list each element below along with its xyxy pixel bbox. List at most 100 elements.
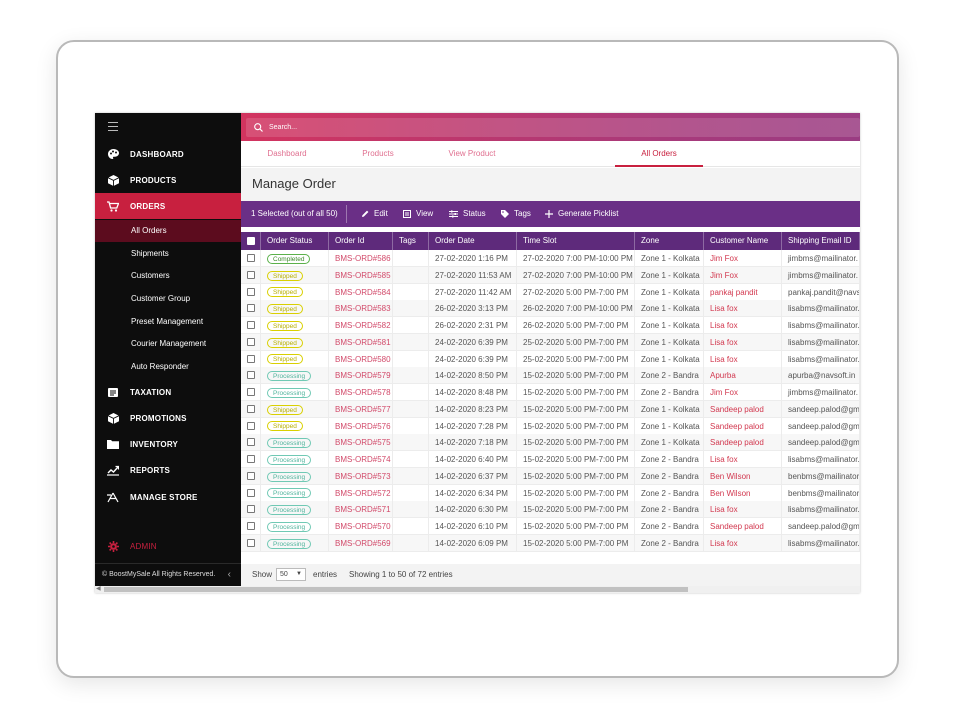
customer-name-link[interactable]: Sandeep palod [704, 434, 782, 452]
table-row[interactable]: Shipped BMS-ORD#576 14-02-2020 7:28 PM 15-0… [241, 417, 860, 435]
subitem-customer-group[interactable]: Customer Group [95, 288, 241, 310]
order-id-link[interactable]: BMS-ORD#578 [329, 384, 393, 401]
order-id-link[interactable]: BMS-ORD#576 [329, 417, 393, 435]
row-checkbox[interactable] [247, 421, 255, 430]
table-row[interactable]: Processing BMS-ORD#570 14-02-2020 6:10 PM 1… [241, 518, 860, 535]
table-row[interactable]: Shipped BMS-ORD#585 27-02-2020 11:53 AM 27-… [241, 266, 860, 284]
table-row[interactable]: Processing BMS-ORD#569 14-02-2020 6:09 PM 1… [241, 534, 860, 552]
select-all-checkbox[interactable] [247, 237, 255, 245]
subitem-shipments[interactable]: Shipments [95, 243, 241, 265]
customer-name-link[interactable]: Sandeep palod [704, 400, 782, 418]
row-checkbox[interactable] [247, 304, 255, 313]
table-row[interactable]: Processing BMS-ORD#574 14-02-2020 6:40 PM 1… [241, 451, 860, 468]
order-id-link[interactable]: BMS-ORD#584 [329, 283, 393, 301]
col-order-status[interactable]: Order Status [261, 232, 329, 250]
customer-name-link[interactable]: Ben Wilson [704, 467, 782, 485]
row-checkbox[interactable] [247, 522, 255, 530]
row-checkbox[interactable] [247, 404, 255, 413]
order-id-link[interactable]: BMS-ORD#582 [329, 317, 393, 334]
row-checkbox[interactable] [247, 438, 255, 447]
row-checkbox[interactable] [247, 388, 255, 396]
sidebar-item-admin[interactable]: ADMIN [95, 533, 241, 559]
sidebar-item-products[interactable]: PRODUCTS [95, 167, 241, 193]
subitem-preset-management[interactable]: Preset Management [95, 311, 241, 333]
row-checkbox[interactable] [247, 488, 255, 497]
table-row[interactable]: Processing BMS-ORD#573 14-02-2020 6:37 PM 1… [241, 467, 860, 485]
col-order-date[interactable]: Order Date [429, 232, 517, 250]
table-row[interactable]: Shipped BMS-ORD#581 24-02-2020 6:39 PM 25-0… [241, 333, 860, 351]
order-id-link[interactable]: BMS-ORD#586 [329, 250, 393, 267]
row-checkbox[interactable] [247, 455, 255, 463]
subitem-courier-management[interactable]: Courier Management [95, 333, 241, 355]
horizontal-scrollbar[interactable]: ◀ [95, 586, 860, 593]
collapse-chevron-icon[interactable]: ‹ [228, 569, 231, 580]
view-button[interactable]: View [403, 201, 433, 227]
row-checkbox[interactable] [247, 287, 255, 296]
order-id-link[interactable]: BMS-ORD#575 [329, 434, 393, 452]
order-id-link[interactable]: BMS-ORD#577 [329, 400, 393, 418]
status-button[interactable]: Status [449, 201, 486, 227]
col-customer-name[interactable]: Customer Name [704, 232, 782, 250]
customer-name-link[interactable]: Ben Wilson [704, 484, 782, 502]
order-id-link[interactable]: BMS-ORD#571 [329, 501, 393, 519]
row-checkbox[interactable] [247, 321, 255, 329]
table-row[interactable]: Processing BMS-ORD#571 14-02-2020 6:30 PM 1… [241, 501, 860, 519]
sidebar-item-manage-store[interactable]: MANAGE STORE [95, 484, 241, 510]
sidebar-item-orders[interactable]: ORDERS [95, 193, 241, 219]
table-row[interactable]: Shipped BMS-ORD#583 26-02-2020 3:13 PM 26-0… [241, 300, 860, 318]
table-row[interactable]: Processing BMS-ORD#575 14-02-2020 7:18 PM 1… [241, 434, 860, 452]
customer-name-link[interactable]: Lisa fox [704, 300, 782, 318]
col-shipping-email[interactable]: Shipping Email ID [782, 232, 860, 250]
customer-name-link[interactable]: Jim Fox [704, 266, 782, 284]
customer-name-link[interactable]: Lisa fox [704, 333, 782, 351]
row-checkbox[interactable] [247, 337, 255, 346]
customer-name-link[interactable]: Lisa fox [704, 317, 782, 334]
edit-button[interactable]: Edit [361, 201, 388, 227]
table-row[interactable]: Processing BMS-ORD#572 14-02-2020 6:34 PM 1… [241, 484, 860, 502]
table-row[interactable]: Shipped BMS-ORD#580 24-02-2020 6:39 PM 25-0… [241, 350, 860, 368]
order-id-link[interactable]: BMS-ORD#573 [329, 467, 393, 485]
tab-view-product[interactable]: View Product [427, 141, 517, 167]
customer-name-link[interactable]: Apurba [704, 367, 782, 385]
order-id-link[interactable]: BMS-ORD#580 [329, 350, 393, 368]
sidebar-item-dashboard[interactable]: DASHBOARD [95, 141, 241, 167]
row-checkbox[interactable] [247, 254, 255, 262]
subitem-customers[interactable]: Customers [95, 265, 241, 287]
sidebar-item-taxation[interactable]: TAXATION [95, 379, 241, 405]
generate-picklist-button[interactable]: Generate Picklist [545, 201, 618, 227]
table-row[interactable]: Shipped BMS-ORD#577 14-02-2020 8:23 PM 15-0… [241, 400, 860, 418]
tab-products[interactable]: Products [337, 141, 419, 167]
search-input[interactable]: Search... [246, 118, 860, 137]
subitem-auto-responder[interactable]: Auto Responder [95, 356, 241, 378]
table-row[interactable]: Processing BMS-ORD#579 14-02-2020 8:50 PM 1… [241, 367, 860, 385]
customer-name-link[interactable]: Lisa fox [704, 451, 782, 468]
subitem-all-orders[interactable]: All Orders [95, 220, 241, 242]
order-id-link[interactable]: BMS-ORD#572 [329, 484, 393, 502]
row-checkbox[interactable] [247, 371, 255, 380]
sidebar-item-promotions[interactable]: PROMOTIONS [95, 405, 241, 431]
row-checkbox[interactable] [247, 505, 255, 514]
row-checkbox[interactable] [247, 354, 255, 363]
customer-name-link[interactable]: Lisa fox [704, 501, 782, 519]
tab-dashboard[interactable]: Dashboard [249, 141, 325, 167]
row-checkbox[interactable] [247, 471, 255, 480]
customer-name-link[interactable]: Sandeep palod [704, 518, 782, 535]
order-id-link[interactable]: BMS-ORD#581 [329, 333, 393, 351]
scrollbar-thumb[interactable] [104, 587, 688, 592]
order-id-link[interactable]: BMS-ORD#569 [329, 534, 393, 552]
table-row[interactable]: Processing BMS-ORD#578 14-02-2020 8:48 PM 1… [241, 384, 860, 401]
order-id-link[interactable]: BMS-ORD#574 [329, 451, 393, 468]
scroll-left-icon[interactable]: ◀ [96, 585, 101, 592]
order-id-link[interactable]: BMS-ORD#579 [329, 367, 393, 385]
row-checkbox[interactable] [247, 538, 255, 547]
row-checkbox[interactable] [247, 270, 255, 279]
order-id-link[interactable]: BMS-ORD#583 [329, 300, 393, 318]
col-order-id[interactable]: Order Id [329, 232, 393, 250]
sidebar-item-inventory[interactable]: INVENTORY [95, 431, 241, 457]
customer-name-link[interactable]: Jim Fox [704, 250, 782, 267]
customer-name-link[interactable]: Lisa fox [704, 534, 782, 552]
col-tags[interactable]: Tags [393, 232, 429, 250]
customer-name-link[interactable]: pankaj pandit [704, 283, 782, 301]
customer-name-link[interactable]: Jim Fox [704, 384, 782, 401]
table-row[interactable]: Shipped BMS-ORD#584 27-02-2020 11:42 AM 27-… [241, 283, 860, 301]
